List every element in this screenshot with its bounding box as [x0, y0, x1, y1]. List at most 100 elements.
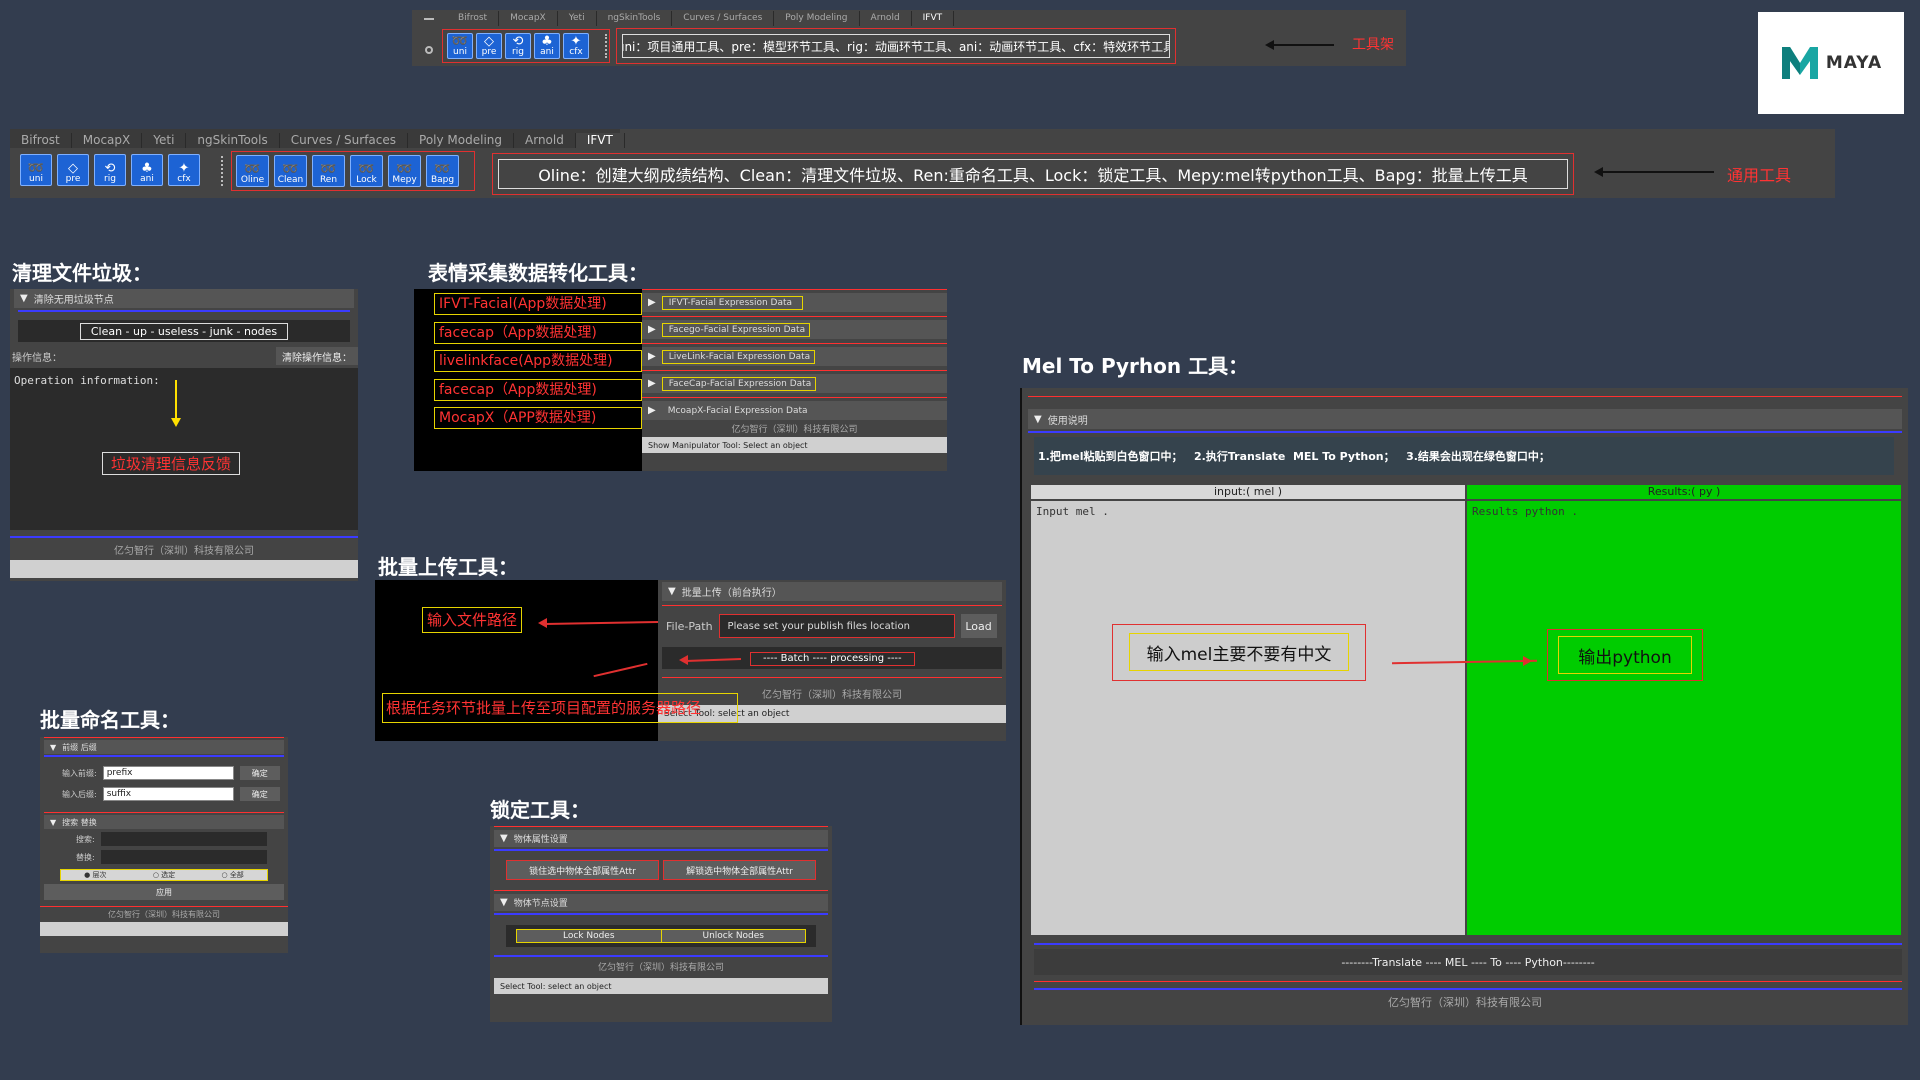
- uni-shelf-icon[interactable]: ➿ uni: [20, 154, 52, 186]
- replace-input[interactable]: [100, 850, 267, 864]
- ani-shelf-icon[interactable]: ♣ ani: [534, 33, 560, 59]
- collapse-triangle-icon[interactable]: ▼: [1034, 414, 1042, 425]
- usage-frame-header[interactable]: ▼ 使用说明: [1028, 409, 1902, 429]
- tab-yeti[interactable]: Yeti: [558, 11, 597, 26]
- main-shelf-arrowhead: [1594, 167, 1603, 177]
- tab-mocapx[interactable]: MocapX: [72, 133, 143, 148]
- clean-callout: 垃圾清理信息反馈: [102, 452, 241, 475]
- facial-copyright: 亿匀智行（深圳）科技有限公司: [731, 425, 858, 435]
- rig-shelf-icon[interactable]: ⟲ rig: [94, 154, 126, 186]
- tab-mocapx[interactable]: MocapX: [499, 11, 558, 26]
- apply-button[interactable]: 应用: [44, 884, 284, 900]
- facial-frame-4[interactable]: ▶ FaceCap-Facial Expression Data: [642, 374, 947, 393]
- collapse-triangle-icon[interactable]: ▼: [50, 743, 56, 752]
- rig-shelf-icon[interactable]: ⟲ rig: [505, 33, 531, 59]
- collapse-triangle-icon[interactable]: ▼: [50, 818, 56, 827]
- unlock-attr-button[interactable]: 解锁选中物体全部属性Attr: [663, 860, 816, 880]
- facial-label-1: IFVT-Facial(App数据处理): [434, 293, 642, 315]
- load-button[interactable]: Load: [960, 614, 997, 638]
- clear-info-button[interactable]: 清除操作信息：: [276, 347, 358, 365]
- collapse-triangle-icon[interactable]: ▼: [668, 586, 676, 597]
- pre-shelf-icon[interactable]: ◇ pre: [476, 33, 502, 59]
- input-header: input:( mel ): [1031, 485, 1465, 499]
- unlock-nodes-button[interactable]: Unlock Nodes: [661, 930, 805, 942]
- clean-junk-button[interactable]: Clean - up - useless - junk - nodes: [79, 322, 289, 340]
- tab-curves-surfaces[interactable]: Curves / Surfaces: [280, 133, 409, 148]
- search-input[interactable]: [100, 832, 267, 846]
- facial-frame-2[interactable]: ▶ Facego-Facial Expression Data: [642, 320, 947, 339]
- suffix-input[interactable]: suffix: [102, 787, 234, 801]
- collapse-triangle-icon[interactable]: ▼: [500, 833, 508, 844]
- node-settings-frame[interactable]: ▼ 物体节点设置: [494, 894, 828, 911]
- uni-shelf-icon[interactable]: ➿ uni: [447, 33, 473, 59]
- ani-shelf-icon[interactable]: ♣ ani: [131, 154, 163, 186]
- collapse-triangle-icon[interactable]: ▼: [20, 293, 28, 304]
- batch-process-button[interactable]: ---- Batch ---- processing ----: [750, 652, 915, 666]
- radio-all[interactable]: ○ 全部: [221, 870, 243, 880]
- tab-arnold[interactable]: Arnold: [860, 11, 912, 26]
- expand-triangle-icon[interactable]: ▶: [648, 324, 656, 335]
- oline-shelf-icon[interactable]: ➿ Oline: [236, 155, 269, 187]
- tab-poly-modeling[interactable]: Poly Modeling: [408, 133, 515, 148]
- bapg-shelf-icon[interactable]: ➿ Bapg: [426, 155, 459, 187]
- expand-triangle-icon[interactable]: ▶: [648, 378, 656, 389]
- tab-bifrost[interactable]: Bifrost: [10, 133, 72, 148]
- radio-selected[interactable]: ○ 选定: [153, 870, 175, 880]
- lock-nodes-button[interactable]: Lock Nodes: [517, 930, 662, 942]
- upload-frame-header[interactable]: ▼ 批量上传（前台执行）: [662, 582, 1002, 601]
- file-path-input[interactable]: Please set your publish files location: [718, 614, 955, 638]
- attr-settings-frame[interactable]: ▼ 物体属性设置: [494, 830, 828, 847]
- search-replace-frame[interactable]: ▼ 搜索 替换: [44, 815, 284, 829]
- top-shelf-callout: 工具架: [1352, 37, 1394, 53]
- mel-copyright: 亿匀智行（深圳）科技有限公司: [1388, 996, 1542, 1009]
- python-result-area[interactable]: Results python . 输出python: [1467, 501, 1901, 935]
- tab-ngskintools[interactable]: ngSkinTools: [186, 133, 280, 148]
- shelf-settings-icon[interactable]: [425, 46, 433, 54]
- suffix-confirm-button[interactable]: 确定: [239, 787, 280, 801]
- facial-frame-3[interactable]: ▶ LiveLink-Facial Expression Data: [642, 347, 947, 366]
- main-shelf-callout: 通用工具: [1727, 166, 1792, 185]
- facial-frame-1[interactable]: ▶ IFVT-Facial Expression Data: [642, 293, 947, 312]
- clean-frame-header[interactable]: ▼ 清除无用垃圾节点: [14, 289, 354, 308]
- batch-row: ---- Batch ---- processing ----: [662, 647, 1002, 669]
- prefix-confirm-button[interactable]: 确定: [239, 766, 280, 780]
- operation-log[interactable]: Operation information: 垃圾清理信息反馈: [10, 368, 358, 530]
- tab-arnold[interactable]: Arnold: [514, 133, 576, 148]
- radio-hierarchy[interactable]: ● 层次: [84, 870, 106, 880]
- lock-shelf-icon[interactable]: ➿ Lock: [350, 155, 383, 187]
- main-shelf-tabs: Bifrost MocapX Yeti ngSkinTools Curves /…: [10, 129, 625, 148]
- maya-logo-text: MAYA: [1825, 53, 1883, 73]
- translate-button[interactable]: --------Translate ---- MEL ---- To ---- …: [1034, 949, 1902, 975]
- expand-triangle-icon[interactable]: ▶: [648, 351, 656, 362]
- mepy-shelf-icon[interactable]: ➿ Mepy: [388, 155, 421, 187]
- ren-shelf-icon[interactable]: ➿ Ren: [312, 155, 345, 187]
- tab-ifvt[interactable]: IFVT: [911, 11, 955, 26]
- collapse-triangle-icon[interactable]: ▼: [500, 897, 508, 908]
- prefix-suffix-frame[interactable]: ▼ 前缀 后缀: [44, 740, 284, 754]
- log-arrow: [175, 380, 177, 420]
- scope-radio-group: ● 层次 ○ 选定 ○ 全部: [60, 869, 268, 881]
- tab-ifvt[interactable]: IFVT: [575, 133, 625, 148]
- facial-frame-5[interactable]: ▶ McoapX-Facial Expression Data: [642, 401, 947, 420]
- tab-bifrost[interactable]: Bifrost: [447, 11, 500, 26]
- mel-input-area[interactable]: Input mel . 输入mel主要不要有中文: [1031, 501, 1538, 935]
- cfx-shelf-icon[interactable]: ✦ cfx: [168, 154, 200, 186]
- tab-ngskintools[interactable]: ngSkinTools: [597, 11, 673, 26]
- tab-curves-surfaces[interactable]: Curves / Surfaces: [672, 11, 775, 26]
- tab-poly-modeling[interactable]: Poly Modeling: [774, 11, 860, 26]
- cfx-shelf-icon[interactable]: ✦ cfx: [563, 33, 589, 59]
- clean-tool-window: ▼ 清除无用垃圾节点 Clean - up - useless - junk - …: [10, 289, 358, 581]
- shelf-menu-icon[interactable]: [424, 18, 434, 21]
- clean-shelf-icon[interactable]: ➿ Clean: [274, 155, 307, 187]
- expand-triangle-icon[interactable]: ▶: [648, 405, 656, 416]
- pre-shelf-icon[interactable]: ◇ pre: [57, 154, 89, 186]
- tab-yeti[interactable]: Yeti: [142, 133, 187, 148]
- top-shelf: Bifrost MocapX Yeti ngSkinTools Curves /…: [412, 10, 1406, 66]
- lock-copyright: 亿匀智行（深圳）科技有限公司: [597, 963, 724, 973]
- prefix-input[interactable]: prefix: [102, 766, 234, 780]
- expand-triangle-icon[interactable]: ▶: [648, 297, 656, 308]
- divider: [18, 310, 350, 312]
- divider: [1028, 396, 1902, 397]
- divider: [642, 289, 947, 290]
- lock-attr-button[interactable]: 锁住选中物体全部属性Attr: [506, 860, 659, 880]
